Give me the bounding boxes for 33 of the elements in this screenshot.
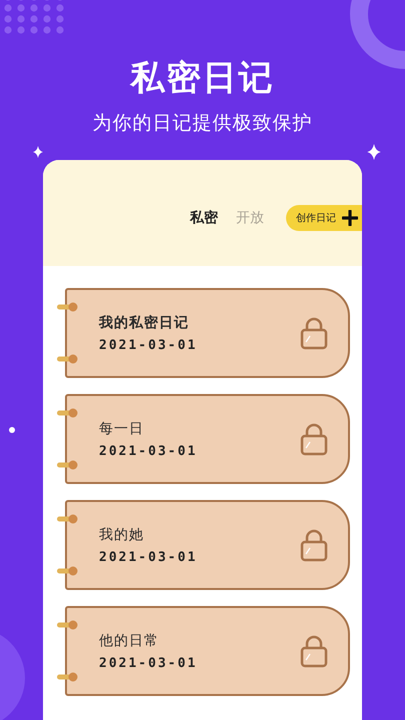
diary-card[interactable]: 每一日 2021-03-01 [65, 394, 350, 484]
diary-card[interactable]: 我的私密日记 2021-03-01 [65, 288, 350, 378]
binder-ring-icon [57, 672, 79, 682]
diary-title: 我的她 [99, 526, 145, 544]
tab[interactable]: 私密 [190, 209, 218, 227]
diary-date: 2021-03-01 [99, 550, 198, 564]
binder-ring-icon [57, 408, 79, 418]
app-title: 私密日记 [130, 58, 274, 98]
binder-ring-icon [57, 354, 79, 364]
binder-ring-icon [57, 302, 79, 312]
binder-ring-icon [57, 566, 79, 576]
diary-date: 2021-03-01 [99, 338, 198, 352]
create-diary-button[interactable]: 创作日记 [286, 205, 362, 231]
padlock-icon [300, 316, 328, 350]
binder-ring-icon [57, 514, 79, 524]
dot-decoration [9, 427, 15, 433]
diary-date: 2021-03-01 [99, 444, 198, 458]
diary-card[interactable]: 我的她 2021-03-01 [65, 500, 350, 590]
sparkle-icon [33, 146, 43, 158]
diary-card[interactable]: 他的日常 2021-03-01 [65, 606, 350, 696]
diary-title: 我的私密日记 [99, 314, 190, 332]
diary-title: 每一日 [99, 420, 145, 438]
padlock-icon [300, 422, 328, 456]
binder-ring-icon [57, 620, 79, 630]
ring-decoration [347, 0, 405, 72]
diary-title: 他的日常 [99, 632, 160, 650]
sparkle-icon [367, 144, 381, 160]
binder-ring-icon [57, 460, 79, 470]
diary-date: 2021-03-01 [99, 656, 198, 670]
app-subtitle: 为你的日记提供极致保护 [92, 111, 312, 136]
padlock-icon [300, 528, 328, 562]
padlock-icon [300, 634, 328, 668]
plus-icon [342, 210, 358, 226]
